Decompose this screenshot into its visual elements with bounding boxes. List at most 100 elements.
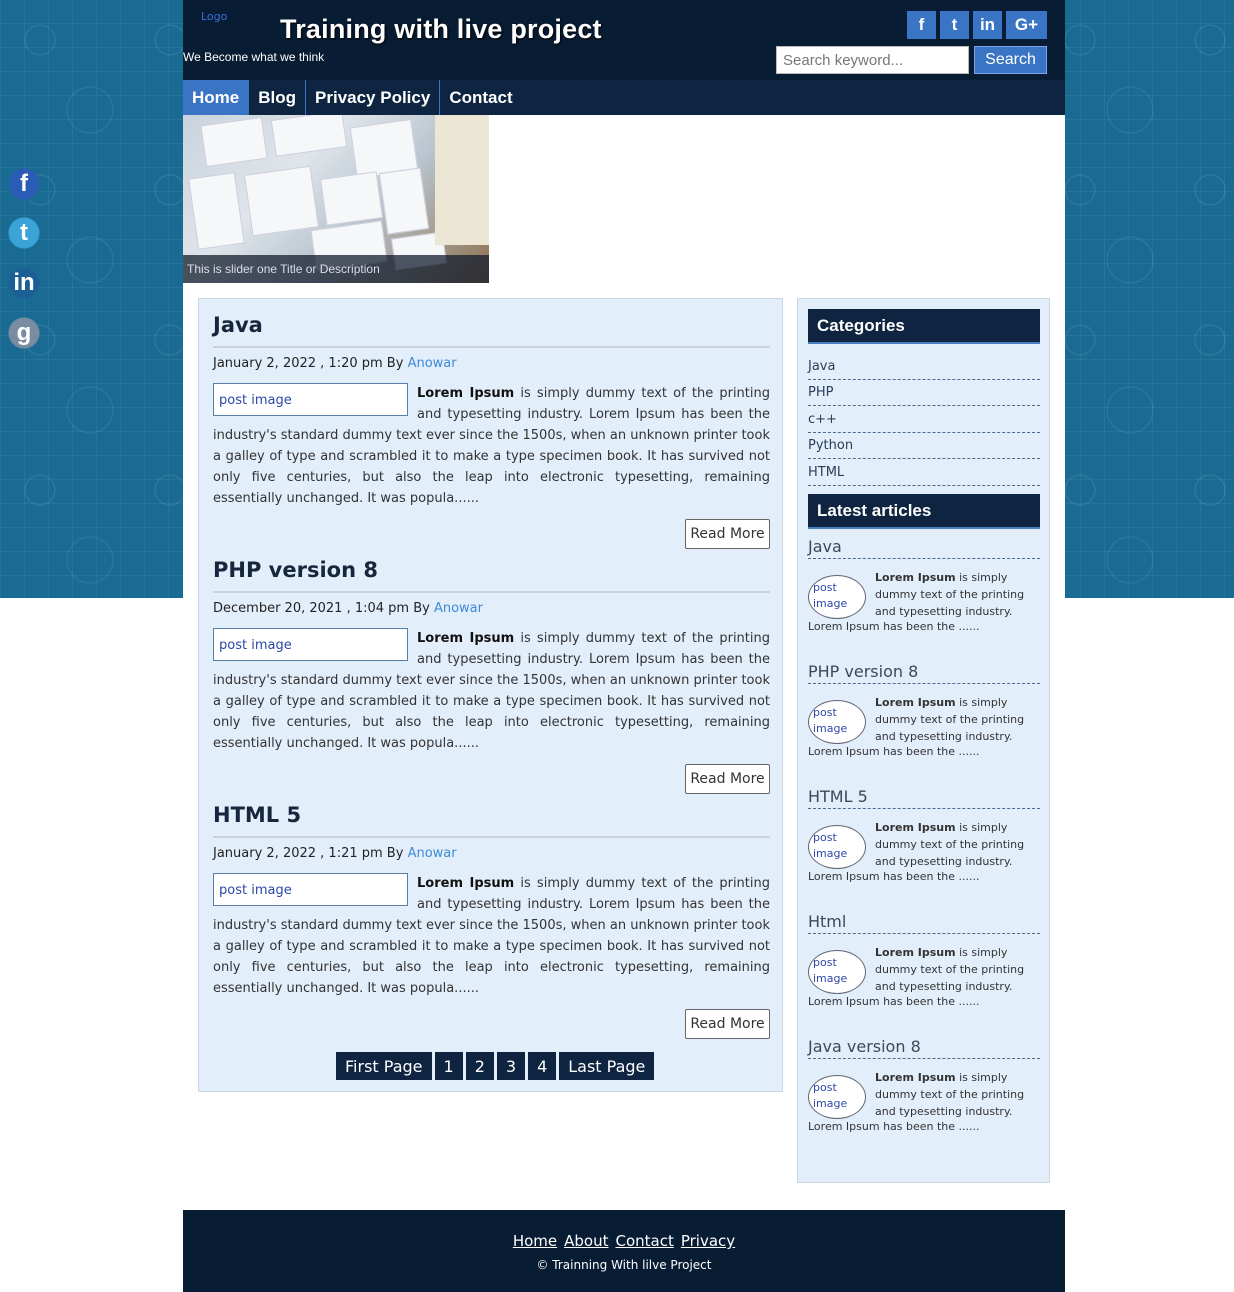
post-item: Java January 2, 2022 , 1:20 pm By Anowar… — [213, 313, 770, 553]
post-date: December 20, 2021 , 1:04 pm By — [213, 601, 430, 616]
post-excerpt: post image Lorem Ipsum is simply dummy t… — [213, 628, 770, 754]
latest-article-thumb[interactable]: post image — [808, 575, 866, 619]
page-button[interactable]: 4 — [528, 1052, 557, 1080]
slider-paper — [435, 115, 489, 245]
post-image[interactable]: post image — [213, 873, 408, 906]
post-item: PHP version 8 December 20, 2021 , 1:04 p… — [213, 558, 770, 798]
read-more-button[interactable]: Read More — [685, 1009, 770, 1039]
footer-link-privacy[interactable]: Privacy — [681, 1232, 735, 1250]
category-item[interactable]: Java — [808, 354, 1040, 380]
page-button[interactable]: 1 — [434, 1052, 463, 1080]
googleplus-float-icon[interactable]: g — [5, 314, 43, 352]
latest-article-lead: Lorem Ipsum — [875, 946, 956, 959]
post-lead: Lorem Ipsum — [417, 386, 515, 401]
category-item[interactable]: c++ — [808, 407, 1040, 433]
first-page-button[interactable]: First Page — [336, 1052, 432, 1080]
category-item[interactable]: PHP — [808, 380, 1040, 406]
post-author-link[interactable]: Anowar — [434, 601, 483, 616]
image-slider[interactable]: This is slider one Title or Description — [183, 115, 489, 283]
slider-card — [320, 171, 383, 226]
footer-link-about[interactable]: About — [564, 1232, 608, 1250]
latest-article-lead: Lorem Ipsum — [875, 696, 956, 709]
latest-article-title[interactable]: HTML 5 — [808, 787, 1040, 809]
latest-articles-heading: Latest articles — [808, 494, 1040, 529]
site-tagline: We Become what we think — [183, 50, 325, 64]
page-container: Logo Training with live project We Becom… — [183, 0, 1065, 1292]
latest-article-tail: Lorem Ipsum has been the ...... — [808, 1120, 980, 1133]
slider-card — [378, 167, 430, 235]
category-item[interactable]: Python — [808, 433, 1040, 459]
slider-card — [188, 172, 245, 250]
header-social-icons: f t in G+ — [907, 11, 1047, 39]
pagination: First Page 1 2 3 4 Last Page — [336, 1052, 655, 1080]
footer-links: Home About Contact Privacy — [183, 1232, 1065, 1250]
post-meta: January 2, 2022 , 1:21 pm By Anowar — [213, 846, 457, 861]
nav-item-privacy-policy[interactable]: Privacy Policy — [306, 80, 441, 115]
latest-article-excerpt: Lorem Ipsum is simply dummy text of the … — [875, 819, 1025, 870]
post-divider — [213, 836, 770, 838]
latest-article-lead: Lorem Ipsum — [875, 821, 956, 834]
main-nav: Home Blog Privacy Policy Contact — [183, 80, 1065, 115]
copyright-text: © Trainning With lilve Project — [536, 1258, 712, 1272]
nav-item-blog[interactable]: Blog — [249, 80, 307, 115]
latest-article-title[interactable]: Html — [808, 912, 1040, 934]
latest-article-tail: Lorem Ipsum has been the ...... — [808, 745, 980, 758]
latest-article-lead: Lorem Ipsum — [875, 571, 956, 584]
footer-link-home[interactable]: Home — [513, 1232, 557, 1250]
latest-article-thumb[interactable]: post image — [808, 1075, 866, 1119]
linkedin-icon[interactable]: in — [973, 11, 1002, 39]
twitter-icon[interactable]: t — [940, 11, 969, 39]
latest-article-title[interactable]: Java version 8 — [808, 1037, 1040, 1059]
facebook-float-icon[interactable]: f — [5, 165, 43, 203]
category-item[interactable]: HTML — [808, 460, 1040, 486]
search-input[interactable] — [776, 46, 969, 74]
slider-caption: This is slider one Title or Description — [183, 255, 489, 283]
post-image[interactable]: post image — [213, 628, 408, 661]
latest-article-thumb[interactable]: post image — [808, 825, 866, 869]
latest-article-excerpt: Lorem Ipsum is simply dummy text of the … — [875, 1069, 1025, 1120]
latest-article-thumb[interactable]: post image — [808, 950, 866, 994]
site-title: Training with live project — [280, 14, 602, 44]
post-title[interactable]: Java — [213, 313, 770, 337]
googleplus-icon[interactable]: G+ — [1006, 11, 1047, 39]
last-page-button[interactable]: Last Page — [559, 1052, 655, 1080]
logo-image[interactable]: Logo — [201, 10, 227, 23]
post-title[interactable]: PHP version 8 — [213, 558, 770, 582]
page-button[interactable]: 2 — [465, 1052, 494, 1080]
latest-article-tail: Lorem Ipsum has been the ...... — [808, 620, 980, 633]
latest-article-lead: Lorem Ipsum — [875, 1071, 956, 1084]
nav-item-contact[interactable]: Contact — [440, 80, 521, 115]
post-lead: Lorem Ipsum — [417, 631, 515, 646]
slider-card — [270, 115, 348, 157]
post-meta: January 2, 2022 , 1:20 pm By Anowar — [213, 356, 457, 371]
post-author-link[interactable]: Anowar — [408, 846, 457, 861]
post-divider — [213, 346, 770, 348]
latest-article-thumb[interactable]: post image — [808, 700, 866, 744]
site-header: Logo Training with live project We Becom… — [183, 0, 1065, 80]
latest-article-tail: Lorem Ipsum has been the ...... — [808, 870, 980, 883]
post-title[interactable]: HTML 5 — [213, 803, 770, 827]
post-image[interactable]: post image — [213, 383, 408, 416]
post-item: HTML 5 January 2, 2022 , 1:21 pm By Anow… — [213, 803, 770, 1043]
page-button[interactable]: 3 — [496, 1052, 526, 1080]
read-more-button[interactable]: Read More — [685, 764, 770, 794]
categories-heading: Categories — [808, 309, 1040, 344]
footer-link-contact[interactable]: Contact — [615, 1232, 673, 1250]
latest-article-excerpt: Lorem Ipsum is simply dummy text of the … — [875, 944, 1025, 995]
twitter-float-icon[interactable]: t — [5, 214, 43, 252]
post-author-link[interactable]: Anowar — [408, 356, 457, 371]
slider-card — [244, 165, 319, 237]
latest-article-excerpt: Lorem Ipsum is simply dummy text of the … — [875, 569, 1025, 620]
linkedin-float-icon[interactable]: in — [5, 264, 43, 302]
post-excerpt: post image Lorem Ipsum is simply dummy t… — [213, 873, 770, 999]
post-date: January 2, 2022 , 1:20 pm By — [213, 356, 404, 371]
latest-article-title[interactable]: Java — [808, 537, 1040, 559]
latest-article-title[interactable]: PHP version 8 — [808, 662, 1040, 684]
post-date: January 2, 2022 , 1:21 pm By — [213, 846, 404, 861]
site-footer: Home About Contact Privacy © Trainning W… — [183, 1210, 1065, 1292]
latest-article-excerpt: Lorem Ipsum is simply dummy text of the … — [875, 694, 1025, 745]
facebook-icon[interactable]: f — [907, 11, 936, 39]
search-button[interactable]: Search — [974, 46, 1047, 74]
nav-item-home[interactable]: Home — [183, 80, 250, 115]
read-more-button[interactable]: Read More — [685, 519, 770, 549]
